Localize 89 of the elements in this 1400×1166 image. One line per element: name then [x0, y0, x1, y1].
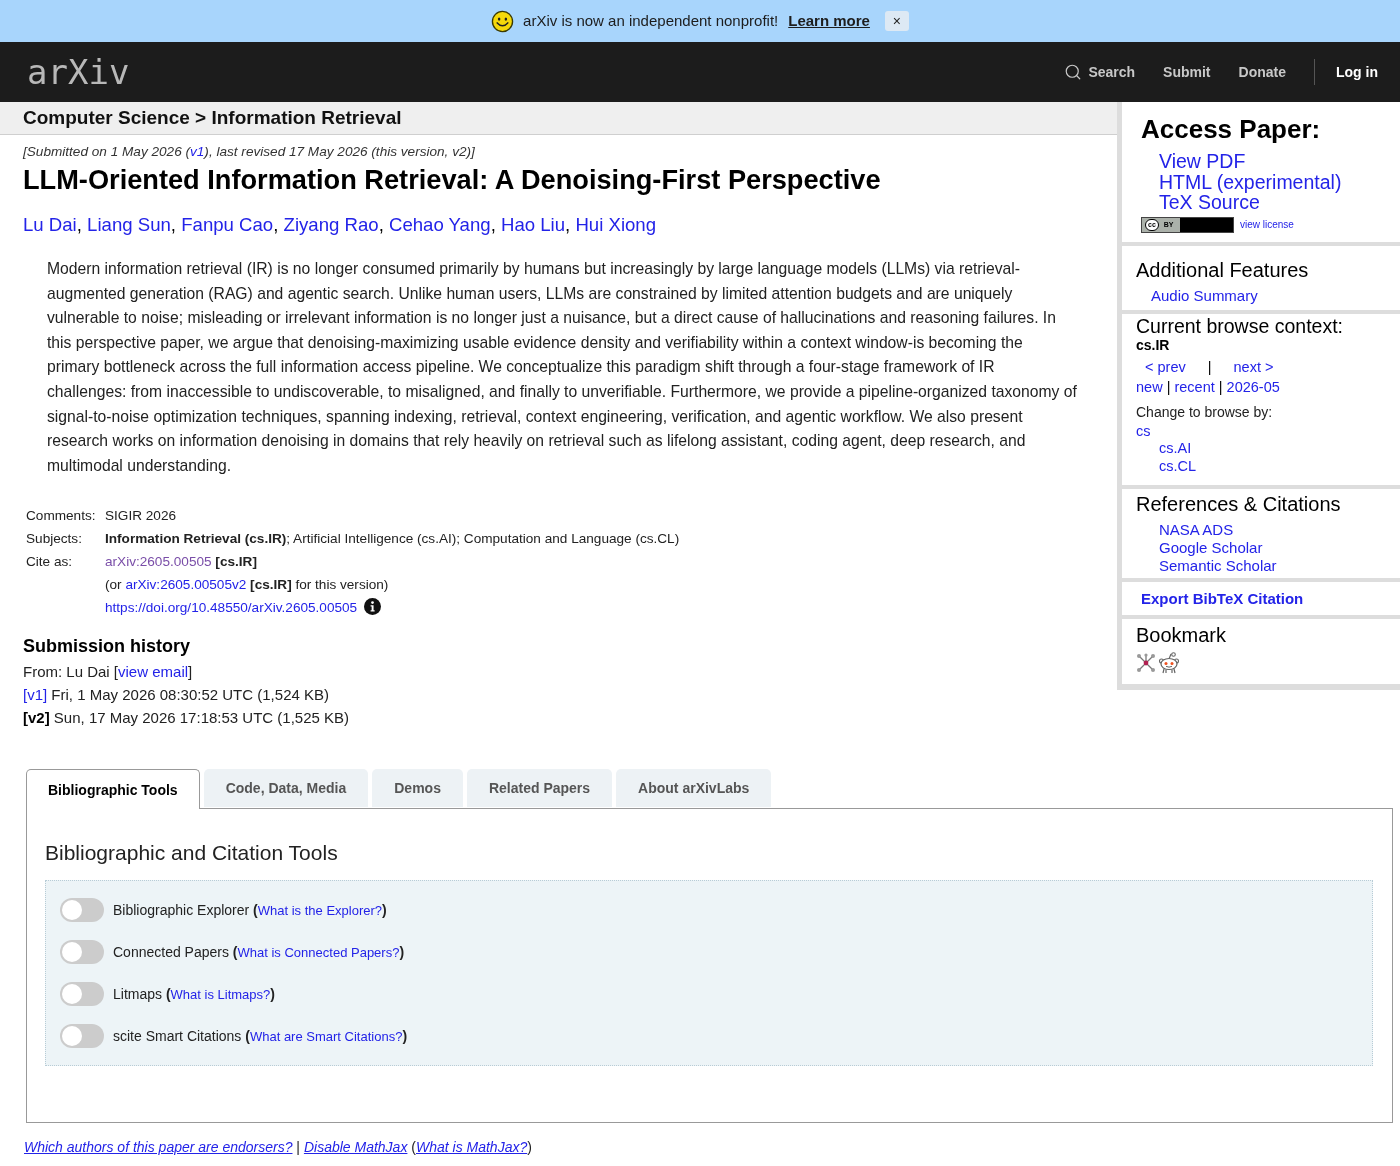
- bookmark-heading: Bookmark: [1136, 623, 1227, 647]
- access-heading: Access Paper:: [1141, 114, 1321, 144]
- abstract-text: Modern information retrieval (IR) is no longer consumed primarily by humans but increasingly by large language models (LLMs) via retrieval-augmented generation (RAG) and agentic search. Unlike human users, LLMs are constrained by limited attention budgets and are uniquely vulnerable to noise; misleading or irrelevant information is no longer just a nuisance, but a direct cause of hallucinations and reasoning failures. In this perspective paper, we argue that denoising-maximizing usable evidence density and verifiability within a context window-is becoming the primary bottleneck across the full information access pipeline. We conceptualize this paradigm shift through a four-stage framework of IR challenges: from inaccessible to undiscoverable, to misaligned, and finally to unverifiable. Furthermore, we provide a pipeline-organized taxonomy of signal-to-noise optimization techniques, spanning indexing, retrieval, context engineering, verification, and agentic workflow. We also present research works on information denoising in domains that rely heavily on retrieval such as lifelong assistant, coding agent, deep research, and multimodal understanding.: [47, 259, 1077, 476]
- alien-face-icon[interactable]: [1158, 651, 1180, 674]
- search-icon: [1064, 63, 1083, 81]
- author-link[interactable]: Fanpu Cao: [181, 214, 274, 235]
- author-link[interactable]: Cehao Yang: [388, 214, 491, 235]
- footer-line: Which authors of this paper are endorsers? | Disable MathJax (What is MathJax?): [24, 1138, 532, 1158]
- citation-line: arXiv:2605.00505 [cs.IR]: [105, 550, 257, 574]
- browse-link[interactable]: new: [1136, 377, 1163, 396]
- feature-link[interactable]: Audio Summary: [1151, 286, 1258, 305]
- tool-label: Litmaps (What is Litmaps?): [113, 984, 275, 1004]
- citation-link[interactable]: arXiv:2605.00505v2: [125, 573, 247, 597]
- smiley-face-icon: [491, 9, 515, 33]
- browse-change-label: Change to browse by:: [1136, 402, 1273, 421]
- info-icon[interactable]: [364, 597, 382, 615]
- version-entry: [v1] Fri, 1 May 2026 08:30:52 UTC (1,524 KB): [23, 685, 329, 706]
- network-graph-icon[interactable]: [1136, 652, 1156, 673]
- author-link[interactable]: Liang Sun: [87, 214, 171, 235]
- footer-link[interactable]: Disable MathJax: [303, 1139, 408, 1156]
- history-heading: Submission history: [23, 635, 191, 658]
- banner-message: arXiv is now an independent nonprofit!: [523, 10, 779, 31]
- tool-label: scite Smart Citations (What are Smart Citations?): [113, 1026, 408, 1046]
- learn-more-link[interactable]: Learn more: [788, 9, 870, 33]
- features-heading: Additional Features: [1136, 257, 1309, 282]
- submission-dateline: [Submitted on 1 May 2026 (v1), last revised 17 May 2026 (this version, v2)]: [23, 144, 475, 160]
- author-list: Lu Dai, Liang Sun, Fanpu Cao, Ziyang Rao, Cehao Yang, Hao Liu, Hui Xiong: [23, 213, 657, 237]
- breadcrumb: Computer Science > Information Retrieval: [0, 102, 1117, 135]
- tools-heading: Bibliographic and Citation Tools: [45, 840, 338, 867]
- metadata-label: Cite as:: [26, 554, 73, 570]
- arxiv-logo[interactable]: arXiv: [27, 52, 130, 92]
- toggle-switch[interactable]: [60, 940, 104, 965]
- tool-info-link[interactable]: What are Smart Citations?: [249, 1028, 403, 1044]
- access-link[interactable]: View PDF: [1159, 151, 1246, 172]
- nav-link[interactable]: Submit: [1163, 61, 1211, 83]
- toggle-switch[interactable]: [60, 1024, 104, 1049]
- metadata-value: Information Retrieval (cs.IR); Artificial Intelligence (cs.AI); Computation and Language (cs.CL): [105, 530, 680, 549]
- browse-link[interactable]: 2026-05: [1226, 377, 1280, 396]
- category-link[interactable]: cs.CL: [1159, 457, 1197, 475]
- tab[interactable]: About arXivLabs: [616, 769, 772, 808]
- tab[interactable]: Demos: [372, 769, 463, 808]
- tool-info-link[interactable]: What is Litmaps?: [170, 986, 271, 1002]
- tab[interactable]: Related Papers: [466, 769, 613, 808]
- email-link[interactable]: view email: [118, 663, 189, 681]
- license-link[interactable]: view license: [1240, 218, 1294, 231]
- paper-title: LLM-Oriented Information Retrieval: A Denoising-First Perspective: [23, 164, 881, 196]
- browse-lists: new | recent | 2026-05: [1136, 377, 1280, 396]
- author-link[interactable]: Ziyang Rao: [283, 214, 379, 235]
- nav-link[interactable]: Donate: [1238, 61, 1286, 83]
- version-entry: [v2] Sun, 17 May 2026 17:18:53 UTC (1,525 KB): [23, 708, 350, 729]
- reference-link[interactable]: NASA ADS: [1159, 521, 1234, 539]
- toggle-switch[interactable]: [60, 982, 104, 1007]
- tab[interactable]: Bibliographic Tools: [26, 769, 200, 810]
- author-link[interactable]: Hui Xiong: [575, 214, 657, 235]
- metadata-value: SIGIR 2026: [105, 507, 177, 526]
- close-button[interactable]: ×: [884, 11, 909, 31]
- toggle-switch[interactable]: [60, 898, 104, 923]
- login-link[interactable]: Log in: [1336, 61, 1378, 83]
- version-label: [v2]: [23, 709, 50, 727]
- category-link[interactable]: cs.AI: [1159, 440, 1192, 458]
- reference-link[interactable]: Semantic Scholar: [1159, 557, 1277, 575]
- metadata-label: Subjects:: [26, 531, 82, 547]
- tool-info-link[interactable]: What is the Explorer?: [257, 902, 383, 918]
- author-link[interactable]: Hao Liu: [501, 214, 566, 235]
- version-link[interactable]: [v1]: [23, 686, 48, 704]
- browse-link[interactable]: recent: [1174, 377, 1215, 396]
- citation-link[interactable]: https://doi.org/10.48550/arXiv.2605.00505: [105, 596, 358, 620]
- reference-link[interactable]: Google Scholar: [1159, 539, 1263, 557]
- export-bibtex-link[interactable]: Export BibTeX Citation: [1141, 590, 1304, 607]
- citation-link[interactable]: arXiv:2605.00505: [105, 550, 212, 574]
- category-link[interactable]: cs: [1136, 422, 1151, 440]
- tool-label: Bibliographic Explorer (What is the Explorer?): [113, 900, 387, 920]
- tool-info-link[interactable]: What is Connected Papers?: [237, 944, 400, 960]
- citation-line: (or arXiv:2605.00505v2 [cs.IR] for this version): [105, 573, 389, 597]
- access-link[interactable]: TeX Source: [1159, 192, 1260, 213]
- browse-link[interactable]: next >: [1233, 357, 1274, 376]
- author-link[interactable]: Lu Dai: [23, 214, 77, 235]
- tab[interactable]: Code, Data, Media: [203, 769, 369, 808]
- search-button[interactable]: Search: [1064, 61, 1136, 83]
- footer-link[interactable]: Which authors of this paper are endorsers?: [24, 1139, 293, 1156]
- access-link[interactable]: HTML (experimental): [1159, 171, 1342, 192]
- browse-context: cs.IR: [1136, 336, 1170, 353]
- tool-label: Connected Papers (What is Connected Papers?): [113, 942, 405, 962]
- references-heading: References & Citations: [1136, 492, 1341, 516]
- browse-heading: Current browse context:: [1136, 314, 1343, 337]
- metadata-label: Comments:: [26, 508, 96, 524]
- submitter-line: From: Lu Dai [view email]: [23, 662, 193, 683]
- browse-pager: < prev | next >: [1144, 357, 1274, 376]
- browse-link[interactable]: < prev: [1145, 357, 1186, 376]
